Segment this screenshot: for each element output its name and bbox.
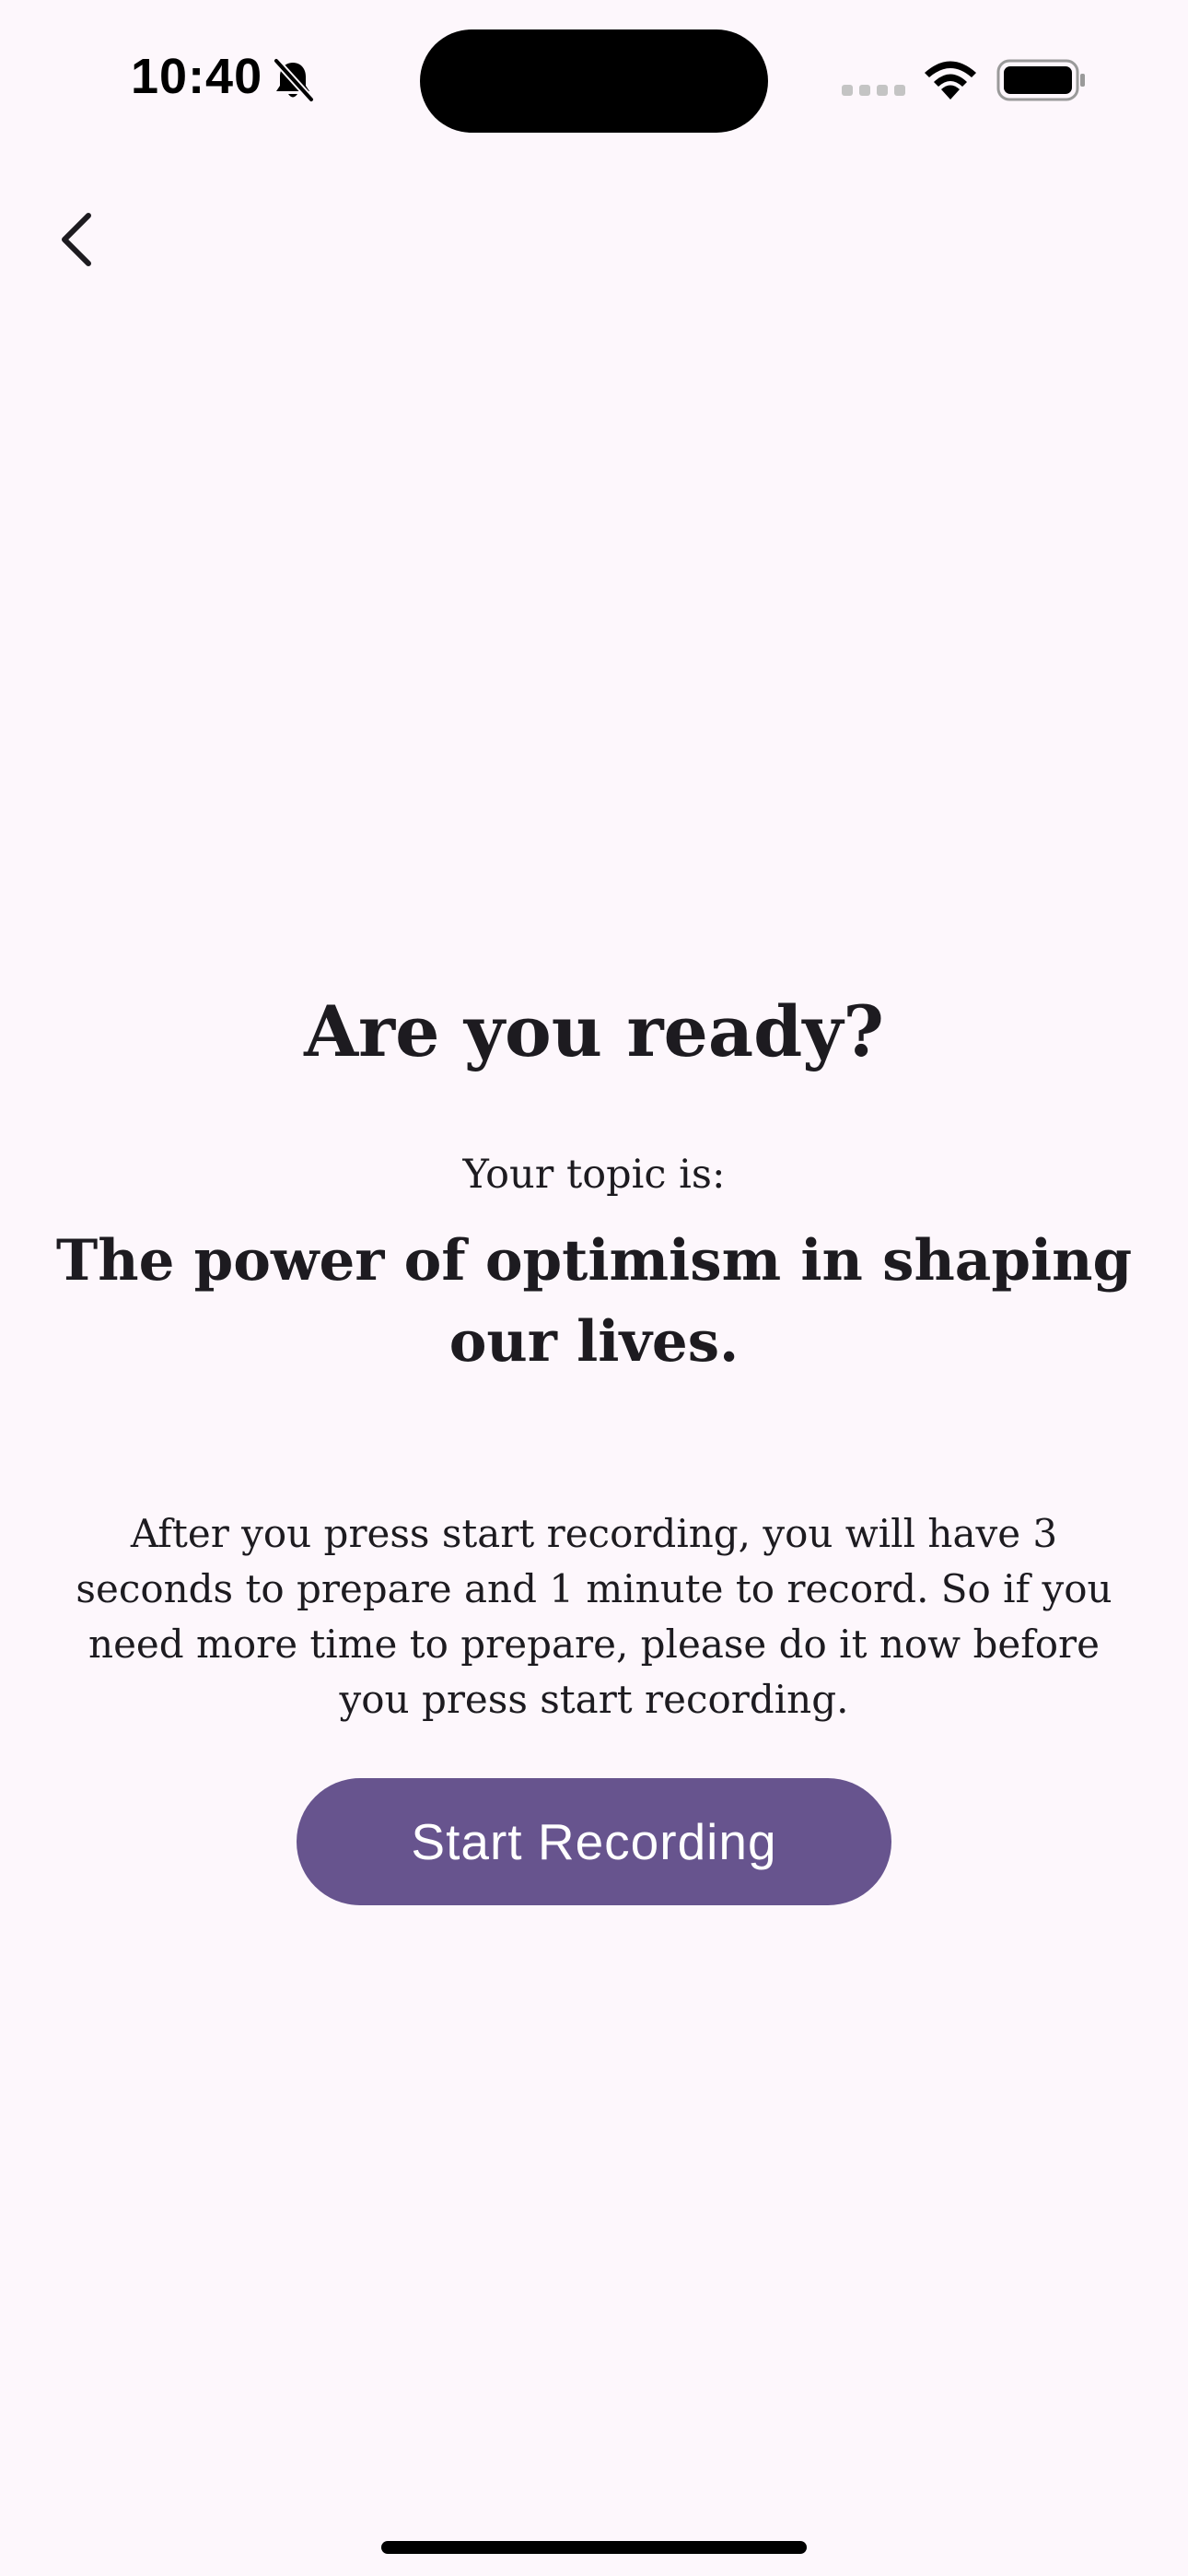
cellular-signal-icon [842, 85, 905, 96]
chevron-left-icon [62, 213, 91, 266]
topic-text: The power of optimism in shaping our liv… [55, 1228, 1133, 1375]
home-indicator[interactable] [381, 2541, 807, 2554]
battery-icon [996, 59, 1085, 101]
dynamic-island [420, 29, 768, 133]
start-recording-button[interactable]: Start Recording [297, 1778, 891, 1905]
status-time: 10:40 [131, 49, 263, 104]
page-title: Are you ready? [304, 990, 884, 1072]
wifi-icon [925, 61, 976, 100]
bell-slash-icon [274, 58, 314, 102]
topic-label: Your topic is: [462, 1152, 726, 1198]
back-button[interactable] [41, 193, 114, 286]
instructions-text: After you press start recording, you wil… [76, 1511, 1112, 1722]
status-bar: 10:40 [0, 0, 1188, 157]
